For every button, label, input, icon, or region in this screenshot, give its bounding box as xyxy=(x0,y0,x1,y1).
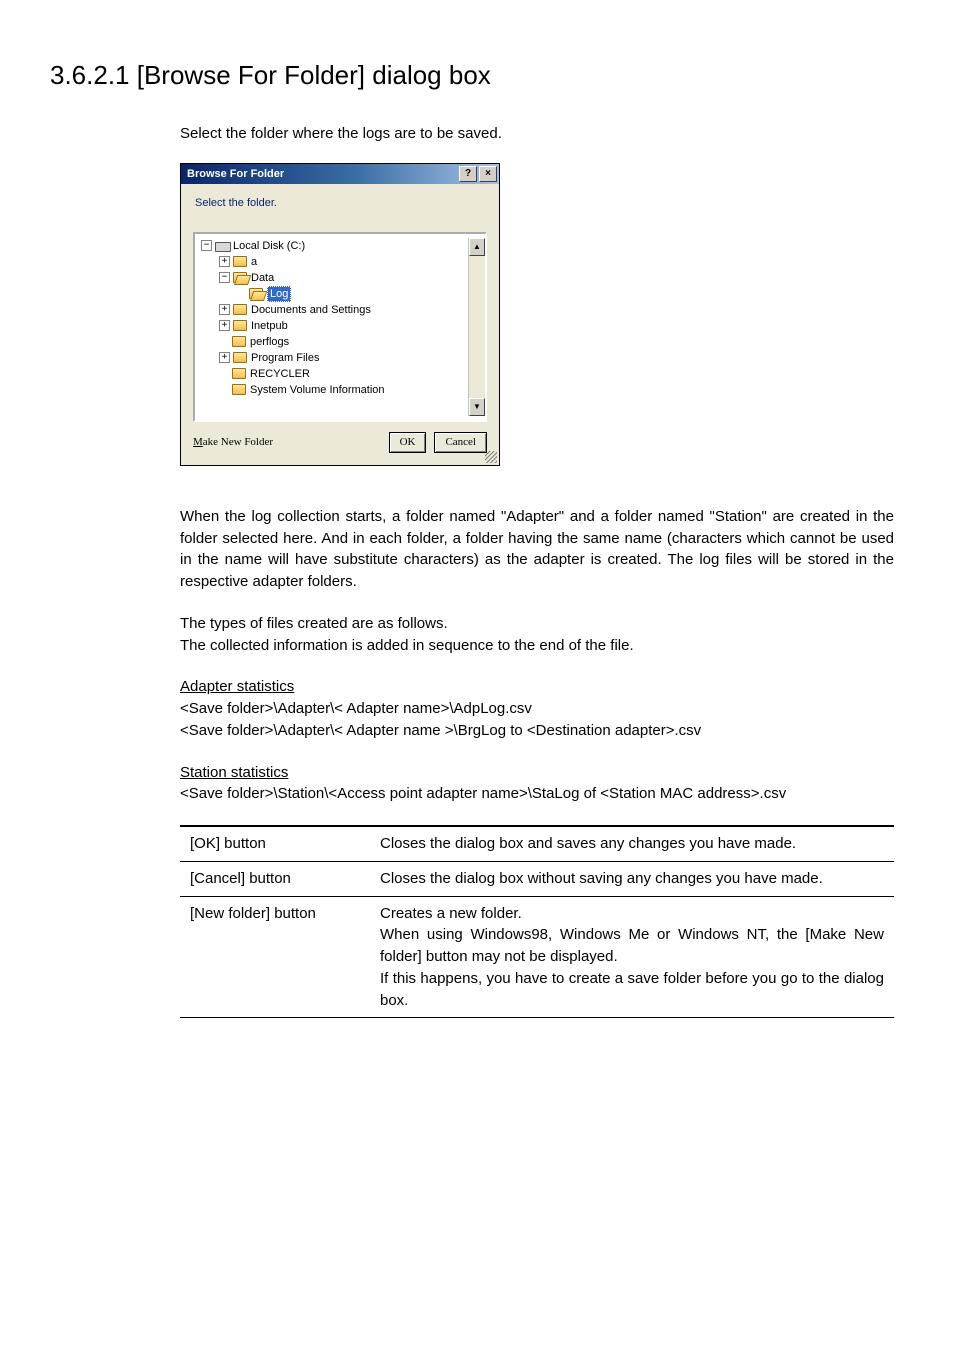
browse-folder-dialog: Browse For Folder ? × Select the folder.… xyxy=(180,163,500,466)
tree-node-inetpub[interactable]: + Inetpub xyxy=(201,318,468,334)
scroll-up-button[interactable]: ▲ xyxy=(469,238,485,256)
tree-label: Inetpub xyxy=(251,319,288,333)
expander-plus-icon[interactable]: + xyxy=(219,352,230,363)
resize-grip-icon[interactable] xyxy=(485,451,497,463)
sub-heading: Adapter statistics xyxy=(180,676,894,698)
make-new-folder-button[interactable]: Make New Folder xyxy=(193,435,273,449)
drive-icon xyxy=(215,240,229,251)
folder-icon xyxy=(233,256,247,267)
dialog-instruction: Select the folder. xyxy=(195,196,487,210)
folder-icon xyxy=(233,304,247,315)
tree-node-perflogs[interactable]: perflogs xyxy=(201,334,468,350)
tree-label: Data xyxy=(251,271,274,285)
paragraph-line: The types of files created are as follow… xyxy=(180,613,894,635)
table-value: Closes the dialog box without saving any… xyxy=(370,861,894,896)
table-value: Closes the dialog box and saves any chan… xyxy=(370,826,894,861)
paragraph: When the log collection starts, a folder… xyxy=(180,506,894,593)
dialog-titlebar: Browse For Folder ? × xyxy=(181,164,499,184)
folder-open-icon xyxy=(249,288,263,299)
tree-node-a[interactable]: + a xyxy=(201,254,468,270)
tree-node-local-disk[interactable]: − Local Disk (C:) xyxy=(201,238,468,254)
path-line: <Save folder>\Adapter\< Adapter name >\B… xyxy=(180,720,894,742)
table-key: [Cancel] button xyxy=(180,861,370,896)
table-key: [OK] button xyxy=(180,826,370,861)
dialog-title-text: Browse For Folder xyxy=(187,167,284,181)
path-line: <Save folder>\Adapter\< Adapter name>\Ad… xyxy=(180,698,894,720)
tree-label-selected: Log xyxy=(267,286,291,302)
tree-label: Local Disk (C:) xyxy=(233,239,305,253)
tree-node-log[interactable]: Log xyxy=(201,286,468,302)
tree-label: a xyxy=(251,255,257,269)
folder-icon xyxy=(232,384,246,395)
lead-text: Select the folder where the logs are to … xyxy=(180,123,894,145)
expander-minus-icon[interactable]: − xyxy=(219,272,230,283)
tree-label: System Volume Information xyxy=(250,383,385,397)
table-value: Creates a new folder. When using Windows… xyxy=(370,896,894,1018)
tree-node-program-files[interactable]: + Program Files xyxy=(201,350,468,366)
help-button[interactable]: ? xyxy=(459,166,477,182)
close-button[interactable]: × xyxy=(479,166,497,182)
folder-icon xyxy=(232,368,246,379)
expander-plus-icon[interactable]: + xyxy=(219,256,230,267)
scroll-down-button[interactable]: ▼ xyxy=(469,398,485,416)
tree-node-data[interactable]: − Data xyxy=(201,270,468,286)
expander-plus-icon[interactable]: + xyxy=(219,320,230,331)
table-row: [New folder] button Creates a new folder… xyxy=(180,896,894,1018)
tree-node-svi[interactable]: System Volume Information xyxy=(201,382,468,398)
folder-tree[interactable]: − Local Disk (C:) + a − xyxy=(193,232,487,422)
table-value-line: Creates a new folder. xyxy=(380,903,884,925)
paragraph-line: The collected information is added in se… xyxy=(180,635,894,657)
button-description-table: [OK] button Closes the dialog box and sa… xyxy=(180,825,894,1018)
table-row: [OK] button Closes the dialog box and sa… xyxy=(180,826,894,861)
expander-plus-icon[interactable]: + xyxy=(219,304,230,315)
table-value-line: When using Windows98, Windows Me or Wind… xyxy=(380,924,884,968)
table-row: [Cancel] button Closes the dialog box wi… xyxy=(180,861,894,896)
folder-icon xyxy=(233,320,247,331)
section-heading: 3.6.2.1 [Browse For Folder] dialog box xyxy=(50,60,904,91)
path-line: <Save folder>\Station\<Access point adap… xyxy=(180,783,894,805)
folder-icon xyxy=(232,336,246,347)
table-value-line: If this happens, you have to create a sa… xyxy=(380,968,884,1012)
folder-open-icon xyxy=(233,272,247,283)
expander-minus-icon[interactable]: − xyxy=(201,240,212,251)
tree-label: Documents and Settings xyxy=(251,303,371,317)
tree-label: perflogs xyxy=(250,335,289,349)
cancel-button[interactable]: Cancel xyxy=(434,432,487,453)
ok-button[interactable]: OK xyxy=(389,432,427,453)
tree-node-recycler[interactable]: RECYCLER xyxy=(201,366,468,382)
folder-icon xyxy=(233,352,247,363)
table-key: [New folder] button xyxy=(180,896,370,1018)
sub-heading: Station statistics xyxy=(180,762,894,784)
tree-label: Program Files xyxy=(251,351,319,365)
scrollbar[interactable]: ▲ ▼ xyxy=(468,238,485,416)
tree-label: RECYCLER xyxy=(250,367,310,381)
tree-node-documents-settings[interactable]: + Documents and Settings xyxy=(201,302,468,318)
